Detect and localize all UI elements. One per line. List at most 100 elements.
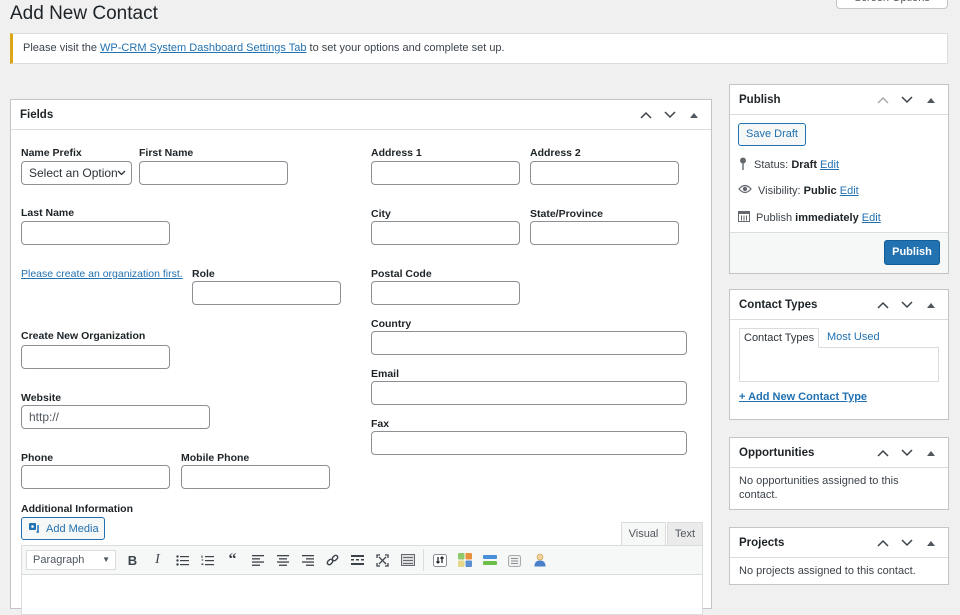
website-label: Website	[21, 392, 62, 404]
screen-options-button[interactable]: Screen Options	[836, 0, 948, 9]
postal-code-input[interactable]	[371, 281, 520, 305]
save-draft-button[interactable]: Save Draft	[738, 123, 806, 146]
email-input[interactable]	[371, 381, 687, 405]
sort-icon[interactable]	[427, 549, 452, 571]
editor-toolbar: Paragraph ▼ B I “	[21, 545, 703, 575]
toolbar-toggle-icon[interactable]	[395, 549, 420, 571]
align-left-icon[interactable]	[245, 549, 270, 571]
address2-input[interactable]	[530, 161, 679, 185]
opportunities-panel-header: Opportunities	[730, 438, 948, 468]
edit-schedule-link[interactable]: Edit	[862, 212, 881, 224]
page-title: Add New Contact	[10, 3, 158, 24]
projects-message: No projects assigned to this contact.	[739, 565, 916, 577]
first-name-label: First Name	[139, 147, 194, 159]
tab-visual[interactable]: Visual	[621, 522, 666, 545]
phone-input[interactable]	[21, 465, 170, 489]
role-label: Role	[192, 268, 215, 280]
collapse-toggle-icon[interactable]	[922, 450, 940, 456]
city-label: City	[371, 208, 391, 220]
status-row: Status: Draft Edit	[738, 157, 839, 173]
move-down-icon[interactable]	[898, 539, 916, 547]
move-down-icon[interactable]	[898, 301, 916, 309]
country-label: Country	[371, 318, 412, 330]
fields-panel: Fields Name Prefix Select an Option Firs…	[10, 99, 712, 615]
mobile-phone-input[interactable]	[181, 465, 330, 489]
opportunities-message: No opportunities assigned to this contac…	[739, 475, 899, 501]
contact-types-list	[739, 347, 939, 382]
first-name-input[interactable]	[139, 161, 288, 185]
fullscreen-icon[interactable]	[370, 549, 395, 571]
opportunities-panel-title: Opportunities	[739, 446, 815, 459]
add-contact-type-link[interactable]: + Add New Contact Type	[739, 391, 867, 403]
last-name-label: Last Name	[21, 207, 75, 219]
status-value: Draft	[791, 159, 817, 171]
collapse-toggle-icon[interactable]	[922, 302, 940, 308]
move-up-icon[interactable]	[874, 96, 892, 104]
publish-actions: Publish	[730, 232, 948, 273]
publish-button[interactable]: Publish	[884, 240, 940, 265]
additional-info-editor[interactable]	[21, 575, 703, 615]
move-down-icon[interactable]	[898, 449, 916, 457]
bold-icon[interactable]: B	[120, 549, 145, 571]
fax-input[interactable]	[371, 431, 687, 455]
edit-status-link[interactable]: Edit	[820, 159, 839, 171]
edit-visibility-link[interactable]: Edit	[840, 185, 859, 197]
tab-all-contact-types[interactable]: Contact Types	[739, 328, 820, 348]
list-plugin-icon[interactable]	[502, 549, 527, 571]
link-icon[interactable]	[320, 549, 345, 571]
align-right-icon[interactable]	[295, 549, 320, 571]
collapse-toggle-icon[interactable]	[922, 97, 940, 103]
user-plugin-icon[interactable]	[527, 549, 552, 571]
schedule-value: immediately	[795, 211, 859, 224]
contact-types-panel-title: Contact Types	[739, 298, 818, 311]
notice-prefix: Please visit the	[23, 42, 97, 54]
mobile-phone-label: Mobile Phone	[181, 452, 250, 464]
collapse-toggle-icon[interactable]	[922, 540, 940, 546]
contact-types-panel-header: Contact Types	[730, 290, 948, 320]
publish-panel-header: Publish	[730, 85, 948, 115]
name-prefix-select[interactable]: Select an Option	[21, 161, 132, 185]
opportunities-panel: Opportunities No opportunities assigned …	[729, 437, 949, 510]
tab-most-used[interactable]: Most Used	[823, 328, 884, 348]
tab-text[interactable]: Text	[667, 522, 703, 545]
fax-label: Fax	[371, 418, 390, 430]
create-organization-input[interactable]	[21, 345, 170, 369]
country-input[interactable]	[371, 331, 687, 355]
create-organization-link[interactable]: Please create an organization first.	[21, 268, 183, 280]
state-label: State/Province	[530, 208, 603, 220]
media-icon	[28, 521, 41, 537]
format-select[interactable]: Paragraph ▼	[26, 550, 116, 570]
bullet-list-icon[interactable]	[170, 549, 195, 571]
visibility-row: Visibility: Public Edit	[738, 184, 859, 197]
toolbar-separator	[423, 549, 424, 571]
align-center-icon[interactable]	[270, 549, 295, 571]
blockquote-icon[interactable]: “	[220, 549, 245, 571]
divider-plugin-icon[interactable]	[477, 549, 502, 571]
additional-info-label: Additional Information	[21, 503, 133, 515]
contact-types-panel: Contact Types Contact Types Most Used + …	[729, 289, 949, 420]
chevron-down-icon	[117, 162, 126, 184]
publish-panel-title: Publish	[739, 93, 781, 106]
grid-plugin-icon[interactable]	[452, 549, 477, 571]
schedule-row: Publish immediately Edit	[738, 210, 881, 225]
dashboard-settings-link[interactable]: WP-CRM System Dashboard Settings Tab	[100, 42, 306, 54]
move-down-icon[interactable]	[898, 96, 916, 104]
move-up-icon[interactable]	[874, 301, 892, 309]
projects-panel: Projects No projects assigned to this co…	[729, 527, 949, 585]
projects-panel-header: Projects	[730, 528, 948, 558]
website-input[interactable]: http://	[21, 405, 210, 429]
setup-notice: Please visit the WP-CRM System Dashboard…	[10, 33, 948, 64]
address1-label: Address 1	[371, 147, 422, 159]
last-name-input[interactable]	[21, 221, 170, 245]
address1-input[interactable]	[371, 161, 520, 185]
city-input[interactable]	[371, 221, 520, 245]
pin-icon	[738, 157, 748, 173]
numbered-list-icon[interactable]	[195, 549, 220, 571]
add-media-button[interactable]: Add Media	[21, 517, 105, 540]
move-up-icon[interactable]	[874, 539, 892, 547]
state-input[interactable]	[530, 221, 679, 245]
role-input[interactable]	[192, 281, 341, 305]
move-up-icon[interactable]	[874, 449, 892, 457]
italic-icon[interactable]: I	[145, 549, 170, 571]
read-more-icon[interactable]	[345, 549, 370, 571]
